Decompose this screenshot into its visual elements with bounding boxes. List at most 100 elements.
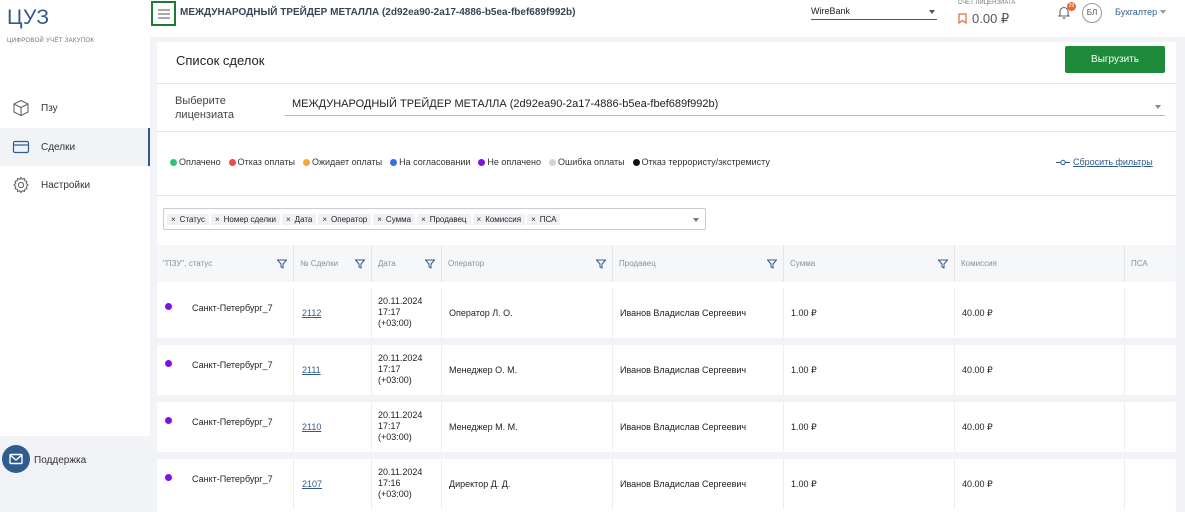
date-value: 20.11.2024 <box>378 353 423 363</box>
close-icon[interactable]: × <box>377 215 382 224</box>
chevron-down-icon[interactable] <box>693 218 699 222</box>
column-chip-label: Дата <box>294 214 313 224</box>
column-header-label: "ПЗУ", статус <box>163 259 213 268</box>
hamburger-icon <box>157 8 170 19</box>
legend-item-not-paid[interactable]: Не оплачено <box>478 157 541 167</box>
table-row[interactable]: Санкт-Петербург_7 2112 20.11.2024 17:17 (+… <box>157 288 1176 338</box>
cell-pzu: Санкт-Петербург_7 <box>157 459 293 509</box>
sidebar: ЦУЗ ЦИФРОВОЙ УЧЁТ ЗАКУПОК Пзу Сделки Нас… <box>0 0 150 512</box>
avatar[interactable]: БЛ <box>1082 3 1102 23</box>
pzu-name: Санкт-Петербург_7 <box>192 360 273 370</box>
cell-psa <box>1124 459 1176 509</box>
column-chip[interactable]: × Комиссия <box>472 213 526 225</box>
column-header-deal-number[interactable]: № Сделки <box>293 245 371 282</box>
reset-filters-button[interactable]: Сбросить фильтры <box>1056 157 1153 167</box>
column-chip-label: Статус <box>179 214 205 224</box>
column-chip-label: ПСА <box>539 214 557 224</box>
main-panel: Список сделок Выгрузить Выберите лицензи… <box>157 42 1176 512</box>
column-chip-label: Оператор <box>331 214 368 224</box>
cell-sum: 1.00 ₽ <box>783 402 954 452</box>
status-dot <box>632 158 640 166</box>
column-chip[interactable]: × Сумма <box>373 213 416 225</box>
role-menu[interactable]: Бухгалтер <box>1115 7 1157 17</box>
legend-item-payment-error[interactable]: Ошибка оплаты <box>549 157 625 167</box>
deal-link[interactable]: 2111 <box>302 365 321 375</box>
sidebar-item-settings[interactable]: Настройки <box>0 166 150 204</box>
column-chip[interactable]: × Оператор <box>318 213 372 225</box>
filter-icon[interactable] <box>425 259 435 269</box>
sidebar-item-label: Настройки <box>41 179 91 191</box>
close-icon[interactable]: × <box>421 215 426 224</box>
legend-label: Ожидает оплаты <box>311 157 383 167</box>
column-header-psa[interactable]: ПСА <box>1124 245 1176 282</box>
column-header-seller[interactable]: Продавец <box>612 245 783 282</box>
filter-icon[interactable] <box>355 259 365 269</box>
cell-seller: Иванов Владислав Сергеевич <box>612 288 783 338</box>
seller-name: Иванов Владислав Сергеевич <box>620 479 747 489</box>
chevron-down-icon[interactable] <box>1160 10 1166 14</box>
filter-icon[interactable] <box>767 259 777 269</box>
close-icon[interactable]: × <box>215 215 220 224</box>
close-icon[interactable]: × <box>171 215 176 224</box>
seller-name: Иванов Владислав Сергеевич <box>620 365 747 375</box>
support[interactable]: Поддержка <box>0 436 150 512</box>
cell-date: 20.11.2024 17:17 (+03:00) <box>371 345 441 395</box>
columns-multiselect[interactable]: × Статус × Номер сделки × Дата × Оператор × С… <box>163 208 706 230</box>
deal-link[interactable]: 2110 <box>302 422 321 432</box>
column-chip[interactable]: × Продавец <box>417 213 471 225</box>
cell-date: 20.11.2024 17:16 (+03:00) <box>371 459 441 509</box>
table-row[interactable]: Санкт-Петербург_7 2110 20.11.2024 17:17 (+… <box>157 402 1176 452</box>
legend-item-payment-refused[interactable]: Отказ оплаты <box>228 157 295 167</box>
close-icon[interactable]: × <box>286 215 291 224</box>
app-logo[interactable]: ЦУЗ <box>7 6 50 30</box>
chevron-down-icon <box>1155 105 1161 109</box>
row-divider <box>157 452 1176 459</box>
time-value: 17:16 <box>378 478 401 488</box>
support-label: Поддержка <box>34 455 87 466</box>
menu-toggle-button[interactable] <box>151 1 176 26</box>
legend-item-on-approval[interactable]: На согласовании <box>390 157 470 167</box>
filter-icon[interactable] <box>596 259 606 269</box>
column-chip[interactable]: × Дата <box>281 213 317 225</box>
column-chip[interactable]: × Статус <box>167 213 209 225</box>
column-header-operator[interactable]: Оператор <box>441 245 612 282</box>
close-icon[interactable]: × <box>531 215 536 224</box>
table-row[interactable]: Санкт-Петербург_7 2107 20.11.2024 17:16 (+… <box>157 459 1176 509</box>
date-block: 20.11.2024 17:17 (+03:00) <box>378 296 422 329</box>
date-block: 20.11.2024 17:17 (+03:00) <box>378 410 422 443</box>
column-header-date[interactable]: Дата <box>371 245 441 282</box>
bank-select[interactable]: WireBank <box>811 4 937 20</box>
legend-item-paid[interactable]: Оплачено <box>170 157 221 167</box>
column-header-pzu-status[interactable]: "ПЗУ", статус <box>157 245 293 282</box>
cell-psa <box>1124 402 1176 452</box>
filter-icon[interactable] <box>277 259 287 269</box>
filter-icon[interactable] <box>938 259 948 269</box>
cell-commission: 40.00 ₽ <box>954 345 1124 395</box>
timezone-value: (+03:00) <box>378 375 412 385</box>
licensee-select[interactable]: МЕЖДУНАРОДНЫЙ ТРЕЙДЕР МЕТАЛЛА (2d92ea90-… <box>285 98 1165 116</box>
deal-link[interactable]: 2112 <box>302 308 321 318</box>
sidebar-item-pzu[interactable]: Пзу <box>0 89 150 127</box>
cell-seller: Иванов Владислав Сергеевич <box>612 402 783 452</box>
commission-value: 40.00 ₽ <box>962 308 993 318</box>
legend-item-terrorist-refusal[interactable]: Отказ террористу/экстремисту <box>632 157 770 167</box>
table-row[interactable]: Санкт-Петербург_7 2111 20.11.2024 17:17 (+… <box>157 345 1176 395</box>
close-icon[interactable]: × <box>322 215 327 224</box>
column-chip[interactable]: × Номер сделки <box>210 213 280 225</box>
column-chip[interactable]: × ПСА <box>527 213 561 225</box>
support-button[interactable] <box>2 445 30 473</box>
column-header-commission[interactable]: Комиссия <box>954 245 1124 282</box>
column-header-sum[interactable]: Сумма <box>783 245 954 282</box>
close-icon[interactable]: × <box>477 215 482 224</box>
sum-value: 1.00 ₽ <box>791 365 817 375</box>
sidebar-item-deals[interactable]: Сделки <box>0 128 150 166</box>
export-button[interactable]: Выгрузить <box>1065 46 1165 73</box>
status-legend: Оплачено Отказ оплаты Ожидает оплаты На … <box>170 157 778 167</box>
sum-value: 1.00 ₽ <box>791 422 817 432</box>
status-dot <box>390 158 398 166</box>
cell-deal: 2107 <box>293 459 371 509</box>
deal-link[interactable]: 2107 <box>302 479 322 489</box>
row-divider <box>157 338 1176 345</box>
legend-item-awaiting-payment[interactable]: Ожидает оплаты <box>302 157 383 167</box>
sidebar-item-label: Сделки <box>41 141 76 153</box>
